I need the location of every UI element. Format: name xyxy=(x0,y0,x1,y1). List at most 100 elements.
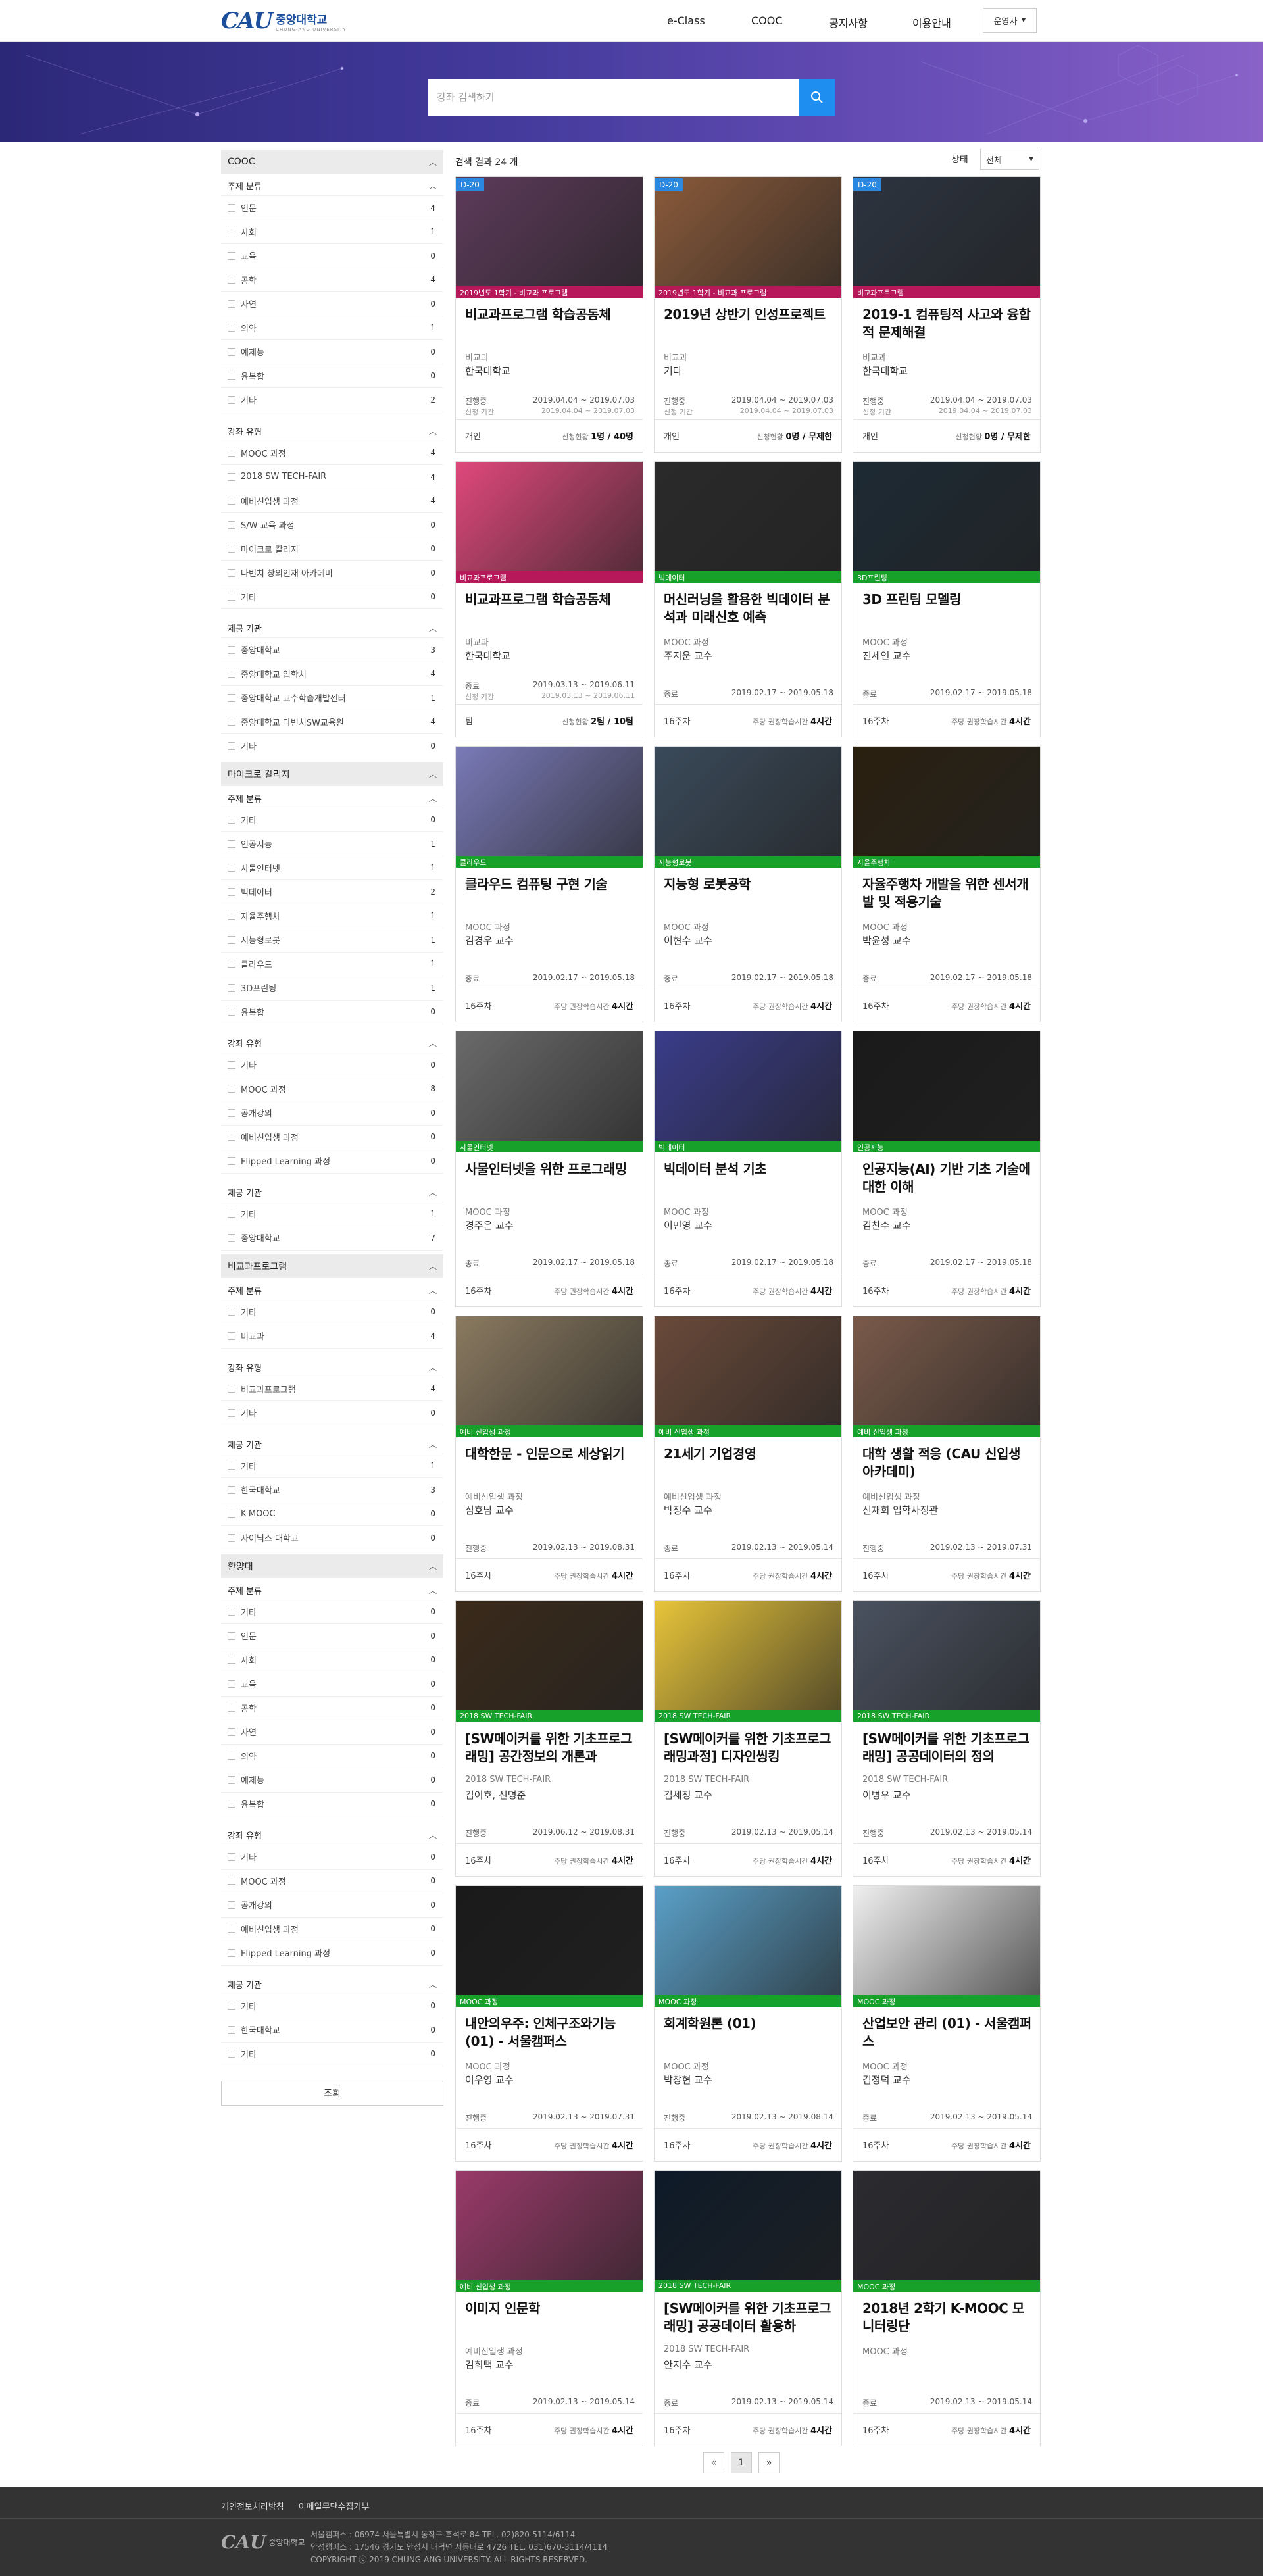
filter-subsection-header[interactable]: 주제 분류 ︿ xyxy=(221,1581,443,1600)
filter-checkbox[interactable] xyxy=(228,718,235,726)
filter-checkbox[interactable] xyxy=(228,864,235,872)
filter-checkbox[interactable] xyxy=(228,1852,235,1861)
course-thumbnail[interactable]: MOOC 과정 xyxy=(853,1886,1040,2007)
course-card[interactable]: D-20 2019년도 1학기 - 비교과 프로그램 비교과프로그램 학습공동체… xyxy=(455,176,643,453)
course-thumbnail[interactable]: 자율주행차 xyxy=(853,747,1040,868)
filter-subsection-header[interactable]: 주제 분류 ︿ xyxy=(221,1281,443,1300)
filter-checkbox[interactable] xyxy=(228,693,235,702)
filter-item[interactable]: 클라우드 1 xyxy=(221,953,443,976)
filter-item[interactable]: 기타 0 xyxy=(221,585,443,609)
filter-checkbox[interactable] xyxy=(228,520,235,529)
filter-item[interactable]: 의약 1 xyxy=(221,316,443,340)
filter-item[interactable]: 교육 0 xyxy=(221,244,443,268)
filter-item[interactable]: 2018 SW TECH-FAIR 4 xyxy=(221,465,443,489)
course-title[interactable]: 내안의우주: 인체구조와기능(01) - 서울캠퍼스 xyxy=(465,2015,635,2050)
filter-item[interactable]: 공개강의 0 xyxy=(221,1893,443,1918)
filter-item[interactable]: 융복합 0 xyxy=(221,1001,443,1024)
filter-item[interactable]: 인문 4 xyxy=(221,196,443,220)
filter-item[interactable]: 예체능 0 xyxy=(221,1768,443,1793)
course-card[interactable]: MOOC 과정 산업보안 관리 (01) - 서울캠퍼스 MOOC 과정 김정덕… xyxy=(853,1885,1041,2162)
filter-checkbox[interactable] xyxy=(228,593,235,601)
filter-checkbox[interactable] xyxy=(228,1608,235,1616)
filter-checkbox[interactable] xyxy=(228,372,235,380)
filter-checkbox[interactable] xyxy=(228,2050,235,2058)
privacy-policy-link[interactable]: 개인정보처리방침 xyxy=(221,2500,284,2512)
filter-checkbox[interactable] xyxy=(228,1948,235,1957)
filter-subsection-header[interactable]: 강좌 유형 ︿ xyxy=(221,422,443,441)
course-title[interactable]: 빅데이터 분석 기초 xyxy=(664,1160,833,1178)
filter-item[interactable]: MOOC 과정 0 xyxy=(221,1870,443,1893)
filter-checkbox[interactable] xyxy=(228,1308,235,1316)
filter-item[interactable]: 기타 1 xyxy=(221,1454,443,1478)
filter-checkbox[interactable] xyxy=(228,1385,235,1393)
filter-item[interactable]: 기타 0 xyxy=(221,808,443,832)
filter-item[interactable]: 기타 0 xyxy=(221,1994,443,2018)
course-card[interactable]: 비교과프로그램 비교과프로그램 학습공동체 비교과 한국대학교 종료 2019.… xyxy=(455,461,643,737)
filter-item[interactable]: 공개강의 0 xyxy=(221,1101,443,1126)
filter-item[interactable]: 비교과프로그램 4 xyxy=(221,1377,443,1401)
course-card[interactable]: 클라우드 클라우드 컴퓨팅 구현 기술 MOOC 과정 김경우 교수 종료 20… xyxy=(455,746,643,1022)
course-card[interactable]: 빅데이터 빅데이터 분석 기초 MOOC 과정 이민영 교수 종료 2019.0… xyxy=(654,1031,842,1307)
filter-checkbox[interactable] xyxy=(228,324,235,332)
filter-item[interactable]: 예비신입생 과정 0 xyxy=(221,1918,443,1941)
filter-item[interactable]: 중앙대학교 교수학습개발센터 1 xyxy=(221,686,443,710)
filter-item[interactable]: 기타 1 xyxy=(221,1202,443,1226)
filter-checkbox[interactable] xyxy=(228,1233,235,1242)
filter-checkbox[interactable] xyxy=(228,472,235,481)
next-page-button[interactable]: » xyxy=(758,2452,780,2473)
filter-checkbox[interactable] xyxy=(228,839,235,848)
course-thumbnail[interactable]: 인공지능 xyxy=(853,1031,1040,1152)
filter-item[interactable]: 기타 0 xyxy=(221,1600,443,1624)
course-card[interactable]: 자율주행차 자율주행차 개발을 위한 센서개발 및 적용기술 MOOC 과정 박… xyxy=(853,746,1041,1022)
filter-item[interactable]: 사회 1 xyxy=(221,220,443,244)
filter-item[interactable]: 중앙대학교 7 xyxy=(221,1226,443,1251)
filter-checkbox[interactable] xyxy=(228,1008,235,1016)
filter-checkbox[interactable] xyxy=(228,1408,235,1417)
filter-group-header[interactable]: 한양대 ︿ xyxy=(221,1554,443,1578)
filter-checkbox[interactable] xyxy=(228,1656,235,1664)
filter-subsection-header[interactable]: 주제 분류 ︿ xyxy=(221,176,443,196)
course-title[interactable]: 자율주행차 개발을 위한 센서개발 및 적용기술 xyxy=(862,876,1032,911)
course-title[interactable]: 대학한문 - 인문으로 세상읽기 xyxy=(465,1445,635,1463)
course-title[interactable]: 산업보안 관리 (01) - 서울캠퍼스 xyxy=(862,2015,1032,2050)
course-thumbnail[interactable]: 빅데이터 xyxy=(655,462,841,583)
course-thumbnail[interactable]: 지능형로봇 xyxy=(655,747,841,868)
nav-eclass[interactable]: e-Class xyxy=(667,14,705,27)
filter-checkbox[interactable] xyxy=(228,497,235,505)
course-thumbnail[interactable]: 비교과프로그램 xyxy=(456,462,643,583)
filter-checkbox[interactable] xyxy=(228,1108,235,1117)
filter-item[interactable]: 기타 0 xyxy=(221,734,443,758)
filter-subsection-header[interactable]: 주제 분류 ︿ xyxy=(221,789,443,808)
filter-subsection-header[interactable]: 제공 기관 ︿ xyxy=(221,1183,443,1202)
filter-checkbox[interactable] xyxy=(228,960,235,968)
filter-item[interactable]: 중앙대학교 다빈치SW교육원 4 xyxy=(221,710,443,734)
filter-checkbox[interactable] xyxy=(228,1704,235,1712)
course-card[interactable]: D-20 비교과프로그램 2019-1 컴퓨팅적 사고와 융합적 문제해결 비교… xyxy=(853,176,1041,453)
filter-item[interactable]: 예비신입생 과정 0 xyxy=(221,1126,443,1149)
nav-cooc[interactable]: COOC xyxy=(751,14,783,27)
course-card[interactable]: 2018 SW TECH-FAIR [SW메이커를 위한 기초프로그래밍] 공공… xyxy=(853,1600,1041,1877)
course-thumbnail[interactable]: D-20 비교과프로그램 xyxy=(853,177,1040,298)
course-thumbnail[interactable]: 2018 SW TECH-FAIR xyxy=(456,1601,643,1722)
filter-item[interactable]: 자연 0 xyxy=(221,292,443,316)
filter-checkbox[interactable] xyxy=(228,568,235,577)
filter-checkbox[interactable] xyxy=(228,545,235,553)
filter-checkbox[interactable] xyxy=(228,1877,235,1885)
filter-checkbox[interactable] xyxy=(228,1462,235,1470)
filter-checkbox[interactable] xyxy=(228,912,235,920)
course-title[interactable]: [SW메이커를 위한 기초프로그래밍] 공공데이터의 정의 xyxy=(862,1730,1032,1766)
filter-item[interactable]: 자이닉스 대학교 0 xyxy=(221,1526,443,1550)
course-title[interactable]: 머신러닝을 활용한 빅데이터 분석과 미래신호 예측 xyxy=(664,591,833,626)
nav-guide[interactable]: 이용안내 xyxy=(912,14,951,30)
course-card[interactable]: MOOC 과정 회계학원론 (01) MOOC 과정 박창현 교수 진행중 20… xyxy=(654,1885,842,2162)
filter-checkbox[interactable] xyxy=(228,1060,235,1069)
filter-checkbox[interactable] xyxy=(228,1800,235,1808)
filter-item[interactable]: Flipped Learning 과정 0 xyxy=(221,1149,443,1174)
filter-item[interactable]: 한국대학교 0 xyxy=(221,2018,443,2043)
filter-item[interactable]: MOOC 과정 4 xyxy=(221,441,443,465)
course-card[interactable]: 2018 SW TECH-FAIR [SW메이커를 위한 기초프로그래밍과정] … xyxy=(654,1600,842,1877)
filter-item[interactable]: 교육 0 xyxy=(221,1672,443,1697)
filter-item[interactable]: 지능형로봇 1 xyxy=(221,928,443,953)
filter-subsection-header[interactable]: 강좌 유형 ︿ xyxy=(221,1033,443,1053)
filter-item[interactable]: 융복합 0 xyxy=(221,1793,443,1816)
